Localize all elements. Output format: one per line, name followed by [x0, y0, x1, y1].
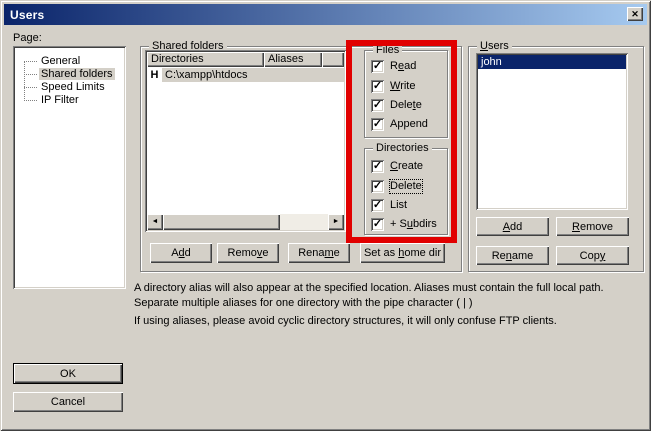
add-folder-button[interactable]: Add — [150, 243, 212, 263]
tree-item-label: Speed Limits — [39, 81, 107, 93]
column-header-filler — [322, 52, 344, 67]
alias-info-text: A directory alias will also appear at th… — [134, 281, 646, 311]
title-bar[interactable]: Users ✕ — [4, 4, 647, 25]
close-button[interactable]: ✕ — [627, 7, 643, 21]
column-header-aliases[interactable]: Aliases — [264, 52, 322, 67]
close-icon: ✕ — [631, 9, 639, 19]
column-header-directories[interactable]: Directories — [147, 52, 264, 67]
cyclic-warning-text: If using aliases, please avoid cyclic di… — [134, 314, 646, 329]
users-list[interactable]: john — [476, 53, 628, 210]
users-group-label: Users — [477, 40, 512, 52]
table-row[interactable]: H C:\xampp\htdocs — [147, 67, 344, 82]
annotation-rectangle — [346, 40, 457, 243]
users-dialog: Users ✕ Page: General Shared folders Spe… — [0, 0, 651, 431]
scroll-right-button[interactable]: ► — [328, 214, 344, 230]
rename-user-button[interactable]: Rename — [476, 246, 549, 265]
sidebar-item-general[interactable]: General — [13, 55, 126, 68]
sidebar-item-speed-limits[interactable]: Speed Limits — [13, 81, 126, 94]
scrollbar-thumb[interactable] — [163, 214, 280, 230]
remove-user-button[interactable]: Remove — [556, 217, 629, 236]
scroll-right-icon: ► — [333, 218, 340, 225]
scroll-left-icon: ◄ — [152, 218, 159, 225]
window-title: Users — [4, 8, 44, 22]
list-item-user[interactable]: john — [478, 55, 626, 69]
rename-folder-button[interactable]: Rename — [288, 243, 350, 263]
remove-folder-button[interactable]: Remove — [217, 243, 279, 263]
list-header: Directories Aliases — [147, 52, 344, 67]
page-tree[interactable]: General Shared folders Speed Limits IP F… — [13, 46, 126, 289]
cancel-button[interactable]: Cancel — [13, 392, 123, 412]
directories-list[interactable]: Directories Aliases H C:\xampp\htdocs ◄ … — [145, 50, 346, 232]
tree-item-label: IP Filter — [39, 94, 81, 106]
sidebar-item-shared-folders[interactable]: Shared folders — [13, 68, 126, 81]
copy-user-button[interactable]: Copy — [556, 246, 629, 265]
scroll-left-button[interactable]: ◄ — [147, 214, 163, 230]
add-user-button[interactable]: Add — [476, 217, 549, 236]
tree-item-label: General — [39, 55, 82, 67]
horizontal-scrollbar[interactable]: ◄ ► — [147, 214, 344, 230]
home-flag: H — [147, 69, 162, 81]
ok-button[interactable]: OK — [13, 363, 123, 384]
set-as-home-dir-button[interactable]: Set as home dir — [360, 243, 445, 263]
page-label: Page: — [13, 32, 42, 44]
sidebar-item-ip-filter[interactable]: IP Filter — [13, 94, 126, 107]
directory-path: C:\xampp\htdocs — [162, 68, 344, 82]
tree-item-label: Shared folders — [39, 68, 115, 80]
